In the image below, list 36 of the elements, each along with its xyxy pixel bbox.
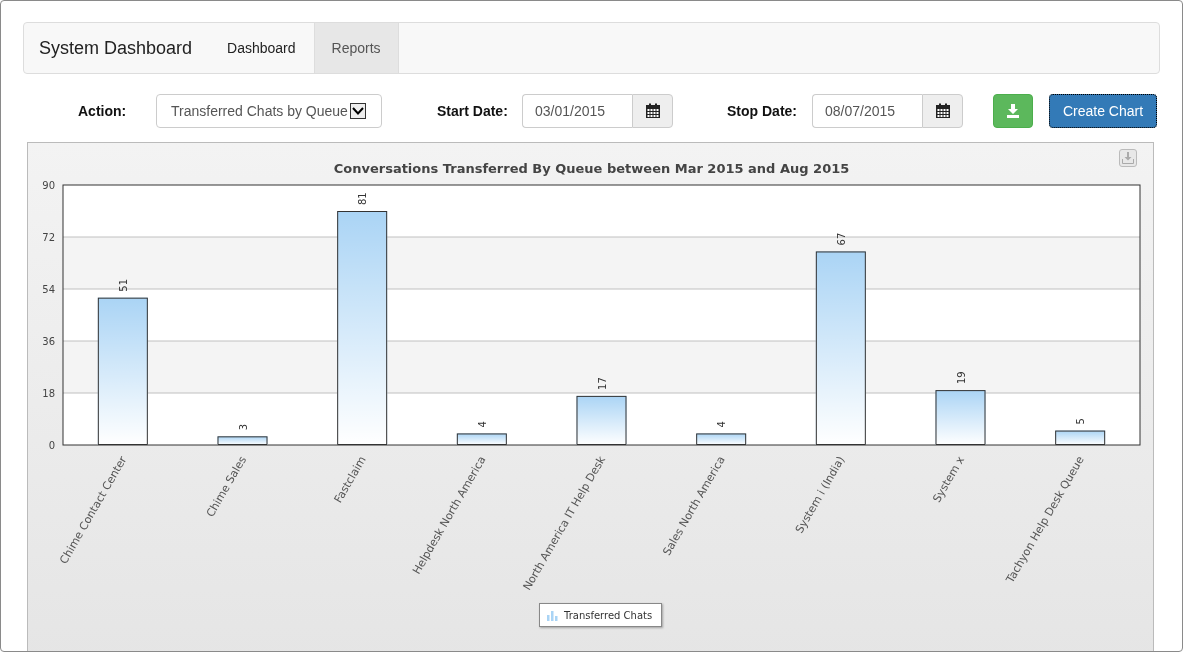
download-icon: [1006, 104, 1020, 118]
data-label: 17: [596, 377, 608, 390]
data-label: 81: [357, 192, 369, 205]
axis-tick-label: 18: [42, 388, 55, 399]
create-chart-button[interactable]: Create Chart: [1049, 94, 1157, 128]
download-button[interactable]: [993, 94, 1033, 128]
data-label: 19: [955, 371, 967, 385]
axis-tick-label: 0: [48, 440, 55, 451]
date-field[interactable]: 08/07/2015: [812, 94, 922, 128]
data-label: 51: [117, 278, 129, 292]
data-label: 5: [1075, 418, 1087, 425]
axis-tick-label: 36: [42, 336, 55, 347]
field-label: Start Date:: [437, 103, 509, 119]
bar-chart-icon: [547, 609, 558, 621]
axis-tick-label: 72: [42, 232, 55, 243]
calendar-button[interactable]: [632, 94, 673, 128]
data-label: 4: [716, 421, 728, 428]
data-label: 67: [835, 232, 847, 246]
calendar-icon: [934, 103, 951, 119]
calendar-button[interactable]: [922, 94, 963, 128]
app-title: System Dashboard: [38, 36, 194, 60]
axis-tick-label: 90: [42, 180, 55, 191]
dropdown-caret-icon: [349, 103, 366, 119]
legend-label: Transferred Chats: [564, 609, 653, 621]
chart-legend[interactable]: Transferred Chats: [539, 603, 663, 627]
date-field[interactable]: 03/01/2015: [522, 94, 632, 128]
field-label: Stop Date:: [727, 103, 798, 119]
nav-tab[interactable]: Reports: [313, 23, 399, 73]
axis-tick-label: 54: [42, 284, 55, 295]
chart-title: Conversations Transferred By Queue between Mar 2015 and Aug 2015: [333, 161, 850, 176]
data-label: 4: [476, 421, 488, 428]
calendar-icon: [644, 103, 661, 119]
action-dropdown[interactable]: Transferred Chats by Queue: [156, 94, 382, 128]
nav-tab[interactable]: Dashboard: [209, 23, 314, 73]
data-label: 3: [237, 423, 249, 431]
field-label: Action:: [78, 103, 128, 119]
